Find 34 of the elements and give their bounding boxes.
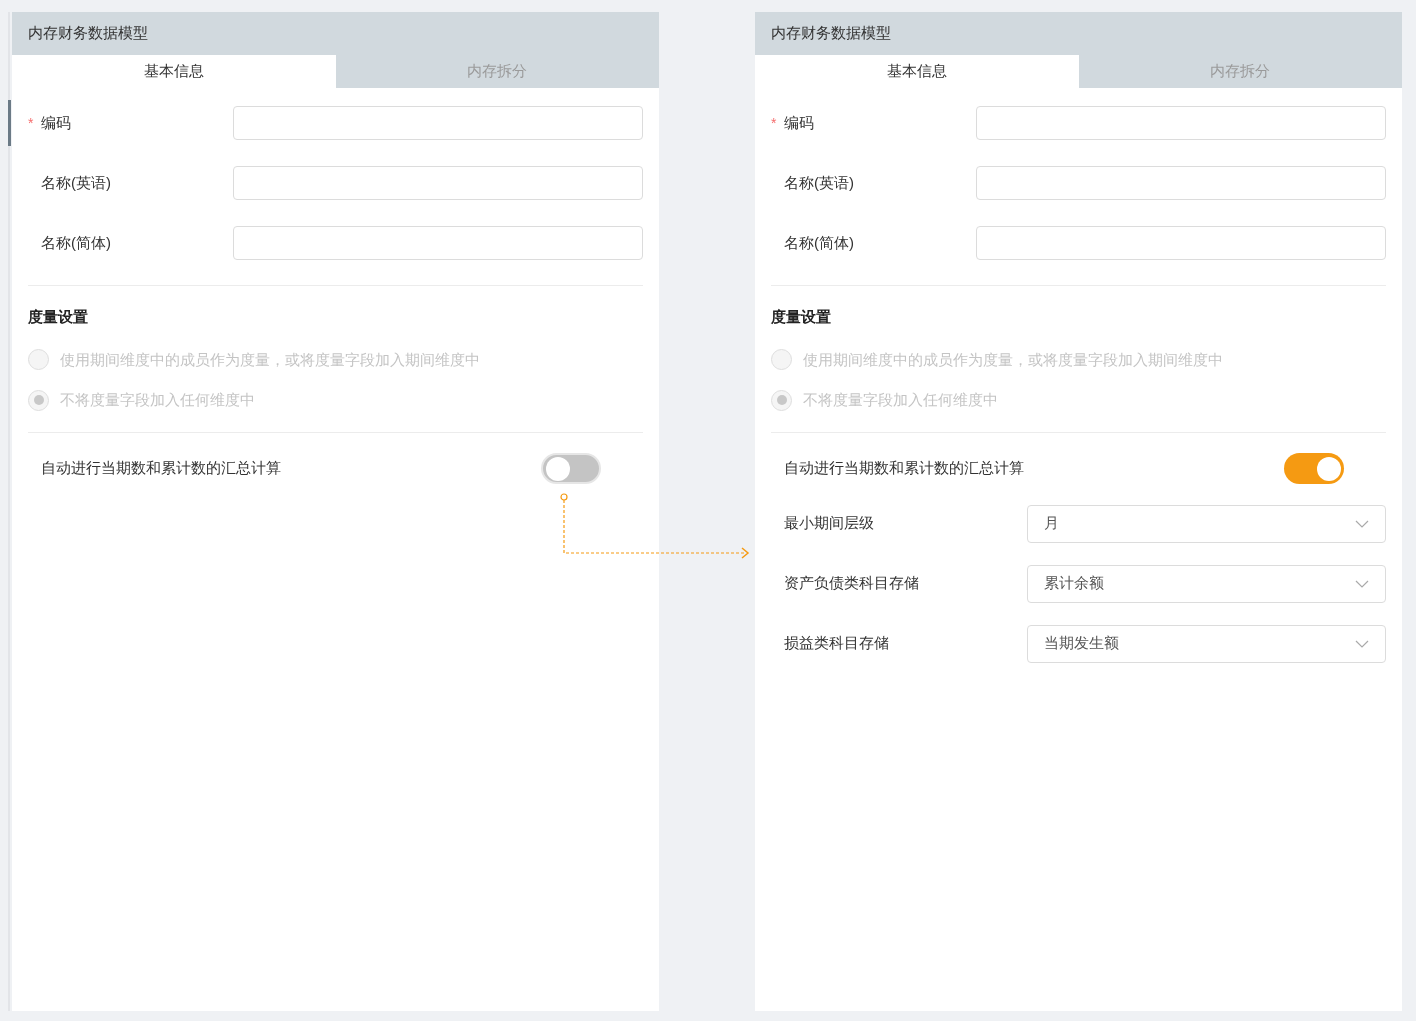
dropdown-select[interactable]: 当期发生额	[1027, 624, 1386, 663]
toggle-switch[interactable]	[1284, 453, 1344, 484]
text-field[interactable]	[233, 166, 643, 200]
text-field[interactable]	[976, 106, 1386, 140]
toggle-label: 自动进行当期数和累计数的汇总计算	[41, 458, 281, 479]
dropdown-select[interactable]: 累计余额	[1027, 564, 1386, 603]
tab[interactable]: 基本信息	[755, 55, 1079, 88]
select-label: 最小期间层级	[783, 513, 875, 534]
section-title: 度量设置	[771, 307, 832, 327]
text-field[interactable]	[976, 226, 1386, 260]
field-label: 编码	[41, 112, 71, 133]
panel-title: 内存财务数据模型	[28, 23, 148, 44]
chevron-down-icon	[1355, 519, 1369, 528]
field-label: 名称(英语)	[784, 172, 854, 193]
field-label: 编码	[784, 112, 814, 133]
field-label: 名称(简体)	[41, 232, 111, 253]
text-field[interactable]	[976, 166, 1386, 200]
chevron-down-icon	[1355, 639, 1369, 648]
text-field[interactable]	[233, 226, 643, 260]
edge-marker	[8, 100, 11, 146]
field-label: 名称(简体)	[784, 232, 854, 253]
dropdown-select[interactable]: 月	[1027, 504, 1386, 543]
section-title: 度量设置	[28, 307, 89, 327]
toggle-switch[interactable]	[541, 453, 601, 484]
select-label: 损益类科目存储	[783, 633, 890, 654]
text-field[interactable]	[233, 106, 643, 140]
field-label: 名称(英语)	[41, 172, 111, 193]
tab[interactable]: 基本信息	[12, 55, 336, 88]
select-label: 资产负债类科目存储	[783, 573, 920, 594]
required-asterisk: *	[28, 113, 34, 133]
toggle-label: 自动进行当期数和累计数的汇总计算	[784, 458, 1024, 479]
required-asterisk: *	[771, 113, 777, 133]
panel-title: 内存财务数据模型	[771, 23, 891, 44]
chevron-down-icon	[1355, 579, 1369, 588]
